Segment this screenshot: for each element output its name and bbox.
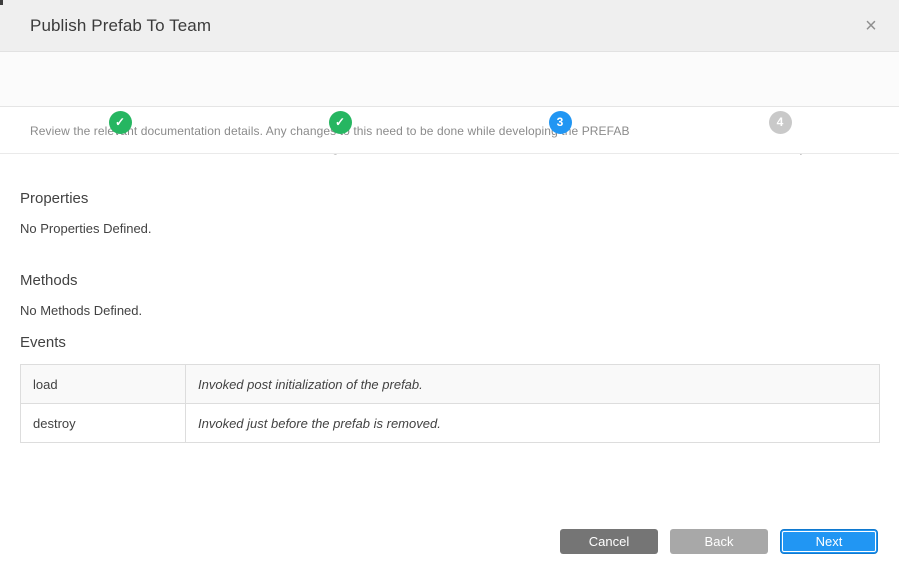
events-table-body: loadInvoked post initialization of the p… [21,365,880,443]
step-number-badge: 3 [549,111,572,134]
event-row: destroyInvoked just before the prefab is… [21,404,880,443]
methods-heading: Methods [20,272,880,289]
event-description-cell: Invoked post initialization of the prefa… [186,365,880,404]
methods-empty-text: No Methods Defined. [20,303,880,318]
cancel-button[interactable]: Cancel [560,529,658,554]
modal-footer: Cancel Back Next [560,529,878,554]
properties-heading: Properties [20,190,880,207]
event-description-cell: Invoked just before the prefab is remove… [186,404,880,443]
event-row: loadInvoked post initialization of the p… [21,365,880,404]
documentation-content: Properties No Properties Defined. Method… [20,154,880,443]
modal-title: Publish Prefab To Team [30,16,211,36]
publish-prefab-modal: Publish Prefab To Team × ✓Information✓Co… [0,0,899,569]
properties-empty-text: No Properties Defined. [20,221,880,236]
step-check-icon: ✓ [109,111,132,134]
event-name-cell: destroy [21,404,186,443]
step-check-icon: ✓ [329,111,352,134]
modal-header: Publish Prefab To Team × [0,0,899,52]
event-name-cell: load [21,365,186,404]
next-button[interactable]: Next [780,529,878,554]
events-heading: Events [20,334,880,351]
wizard-stepper: ✓Information✓Configuration3Documentation… [0,52,899,107]
step-description-bar: Review the relevant documentation detail… [0,108,899,154]
step-number-badge: 4 [769,111,792,134]
screen-corner-artifact [0,0,3,5]
close-icon[interactable]: × [857,12,885,40]
back-button[interactable]: Back [670,529,768,554]
events-table: loadInvoked post initialization of the p… [20,364,880,443]
